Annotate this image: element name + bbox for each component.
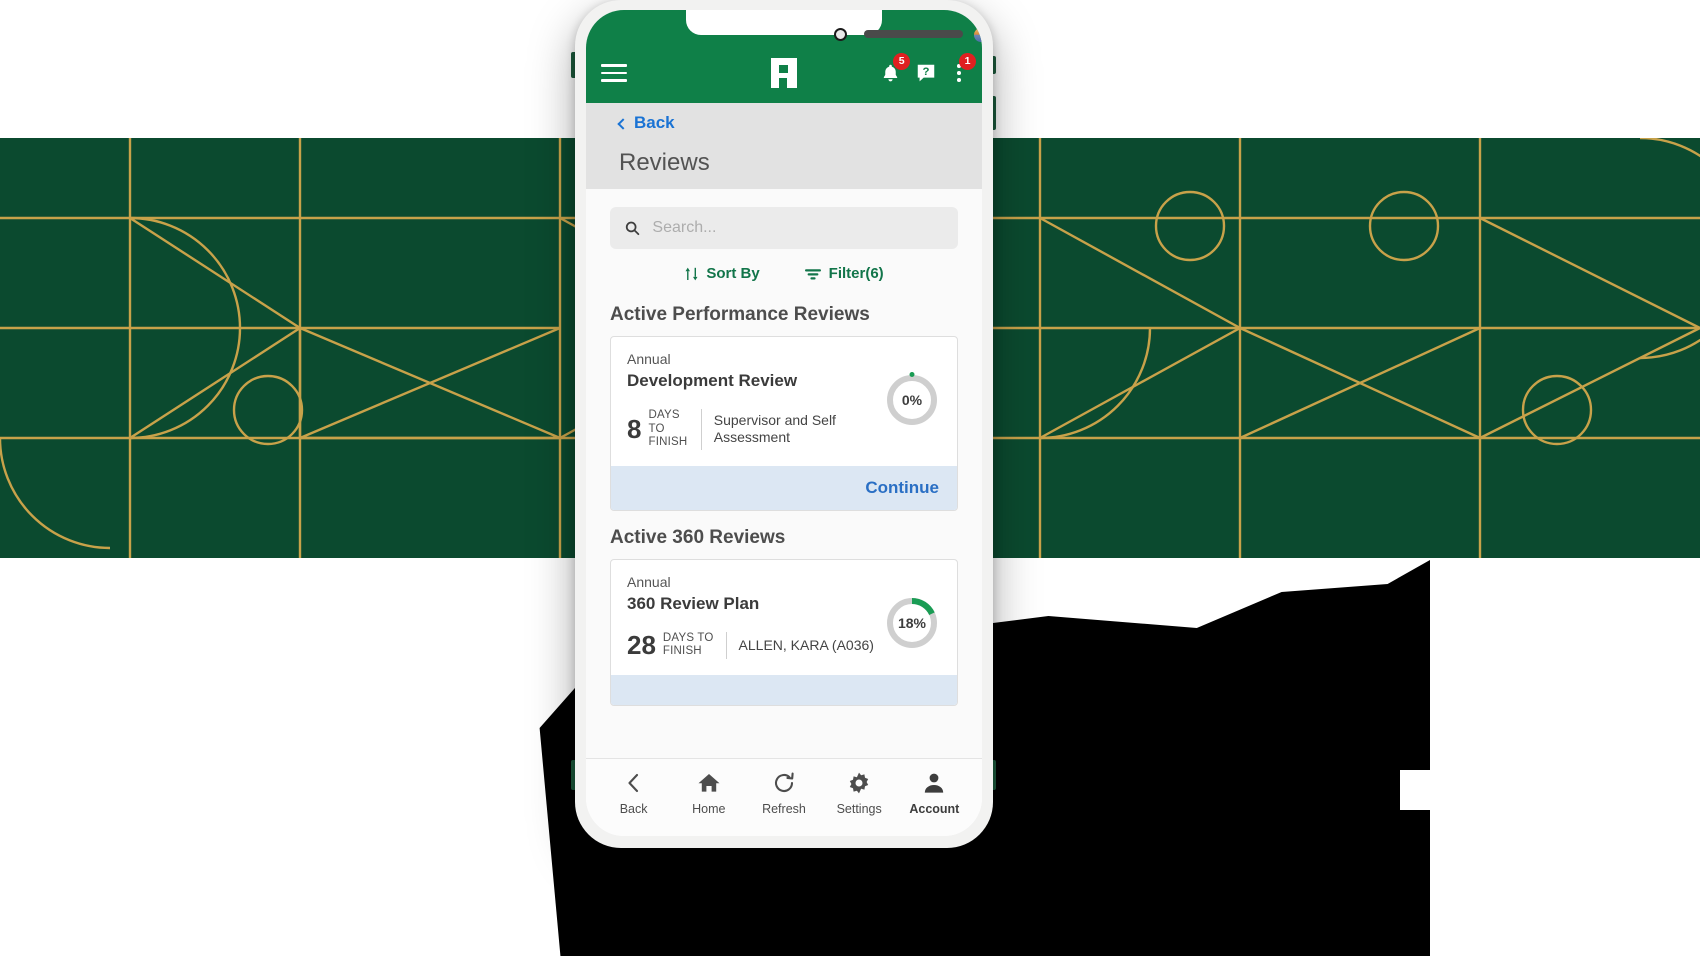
review-assignee: ALLEN, KARA (A036)	[738, 636, 874, 653]
search-icon	[625, 221, 640, 236]
section-title-performance-reviews: Active Performance Reviews	[610, 304, 870, 325]
refresh-icon	[774, 772, 794, 792]
meta-divider	[725, 631, 727, 659]
bottom-navigation-bar: Back Home Refresh Settings Account	[586, 758, 982, 836]
nav-item-settings[interactable]: Settings	[826, 771, 892, 816]
list-tools: Sort By Filter(6)	[586, 249, 982, 288]
page-content: Sort By Filter(6) Active Performance Rev…	[586, 189, 982, 758]
phone-device-frame: 5 ? 1 Back Reviews Search... Sort By Fil…	[575, 0, 993, 848]
review-card-body: Annual 360 Review Plan 28 DAYS TO FINISH…	[611, 560, 957, 675]
review-type: Annual	[627, 351, 671, 367]
progress-percent: 0%	[901, 392, 923, 408]
progress-ring-wrapper: 18%	[885, 596, 939, 650]
sort-by-button[interactable]: Sort By	[684, 265, 760, 282]
help-question-icon: ?	[917, 64, 935, 82]
chevron-left-icon	[617, 117, 629, 130]
person-icon	[925, 773, 944, 793]
phone-screen: 5 ? 1 Back Reviews Search... Sort By Fil…	[586, 10, 982, 836]
svg-text:?: ?	[923, 66, 930, 78]
review-assignee: Supervisor and Self Assessment	[713, 411, 836, 446]
review-card[interactable]: Annual 360 Review Plan 28 DAYS TO FINISH…	[610, 558, 958, 706]
nav-item-refresh[interactable]: Refresh	[751, 771, 817, 816]
phone-notch	[686, 10, 982, 42]
filter-funnel-icon	[804, 268, 821, 279]
review-name: 360 Review Plan	[627, 593, 760, 613]
progress-ring-wrapper: 0%	[885, 371, 939, 427]
nav-label: Home	[692, 802, 726, 816]
review-name: Development Review	[627, 371, 798, 390]
help-button[interactable]: ?	[915, 62, 937, 84]
nav-label: Refresh	[762, 802, 806, 816]
nav-item-account[interactable]: Account	[901, 771, 967, 816]
nav-item-home[interactable]: Home	[676, 771, 742, 816]
days-to-finish-label: DAYS TO FINISH	[648, 409, 688, 449]
app-bar-actions: 5 ? 1	[880, 53, 976, 84]
search-area	[586, 189, 982, 249]
sort-arrows-icon	[685, 267, 698, 280]
front-camera-icon	[834, 28, 847, 41]
progress-percent: 18%	[897, 614, 927, 631]
review-meta-row: 8 DAYS TO FINISH Supervisor and Self Ass…	[627, 409, 875, 450]
chevron-left-icon	[628, 773, 638, 793]
review-meta-row: 28 DAYS TO FINISH ALLEN, KARA (A036)	[627, 630, 875, 661]
days-to-finish-label: DAYS TO FINISH	[662, 631, 714, 658]
search-input[interactable]	[652, 219, 944, 237]
overflow-badge: 1	[959, 53, 976, 71]
sort-by-label: Sort By	[706, 265, 760, 282]
back-link-label: Back	[634, 113, 675, 132]
meta-divider	[700, 409, 702, 450]
hamburger-menu-icon[interactable]	[601, 64, 627, 82]
nav-label: Back	[619, 802, 648, 816]
notifications-badge: 5	[893, 53, 911, 70]
filter-label: Filter(6)	[828, 265, 884, 282]
back-link[interactable]: Back	[586, 113, 982, 133]
continue-button[interactable]: Continue	[865, 478, 939, 498]
page-header: Back Reviews	[586, 103, 982, 189]
review-type: Annual	[627, 573, 671, 590]
paycom-logo-icon	[767, 56, 801, 90]
nav-label: Account	[909, 802, 960, 816]
background-white-notch	[1400, 770, 1700, 810]
overflow-menu-button[interactable]: 1	[951, 53, 976, 84]
status-bar	[586, 10, 982, 43]
earpiece-speaker	[864, 30, 963, 38]
search-box[interactable]	[610, 207, 958, 249]
progress-ring: 18%	[885, 596, 939, 650]
screenshot-stage: 5 ? 1 Back Reviews Search... Sort By Fil…	[0, 0, 1700, 956]
days-to-finish-value: 8	[627, 414, 642, 445]
section-title-360-reviews: Active 360 Reviews	[610, 526, 786, 548]
days-to-finish-value: 28	[627, 630, 656, 661]
review-card-details: Annual 360 Review Plan 28 DAYS TO FINISH…	[627, 574, 875, 659]
home-icon	[698, 774, 720, 792]
nav-label: Settings	[836, 802, 882, 816]
review-card[interactable]: Annual Development Review 8 DAYS TO FINI…	[610, 336, 958, 511]
review-card-details: Annual Development Review 8 DAYS TO FINI…	[627, 351, 875, 450]
progress-ring: 0%	[885, 371, 939, 427]
review-card-action-bar	[611, 674, 957, 705]
gear-icon	[849, 772, 869, 794]
page-title: Reviews	[619, 149, 710, 176]
review-card-body: Annual Development Review 8 DAYS TO FINI…	[611, 337, 957, 466]
nav-item-back[interactable]: Back	[601, 771, 667, 816]
review-card-action-bar: Continue	[611, 465, 957, 510]
proximity-sensor-icon	[974, 28, 982, 42]
filter-button[interactable]: Filter(6)	[804, 265, 884, 282]
notifications-button[interactable]: 5	[880, 53, 911, 84]
app-bar: 5 ? 1	[586, 43, 982, 103]
